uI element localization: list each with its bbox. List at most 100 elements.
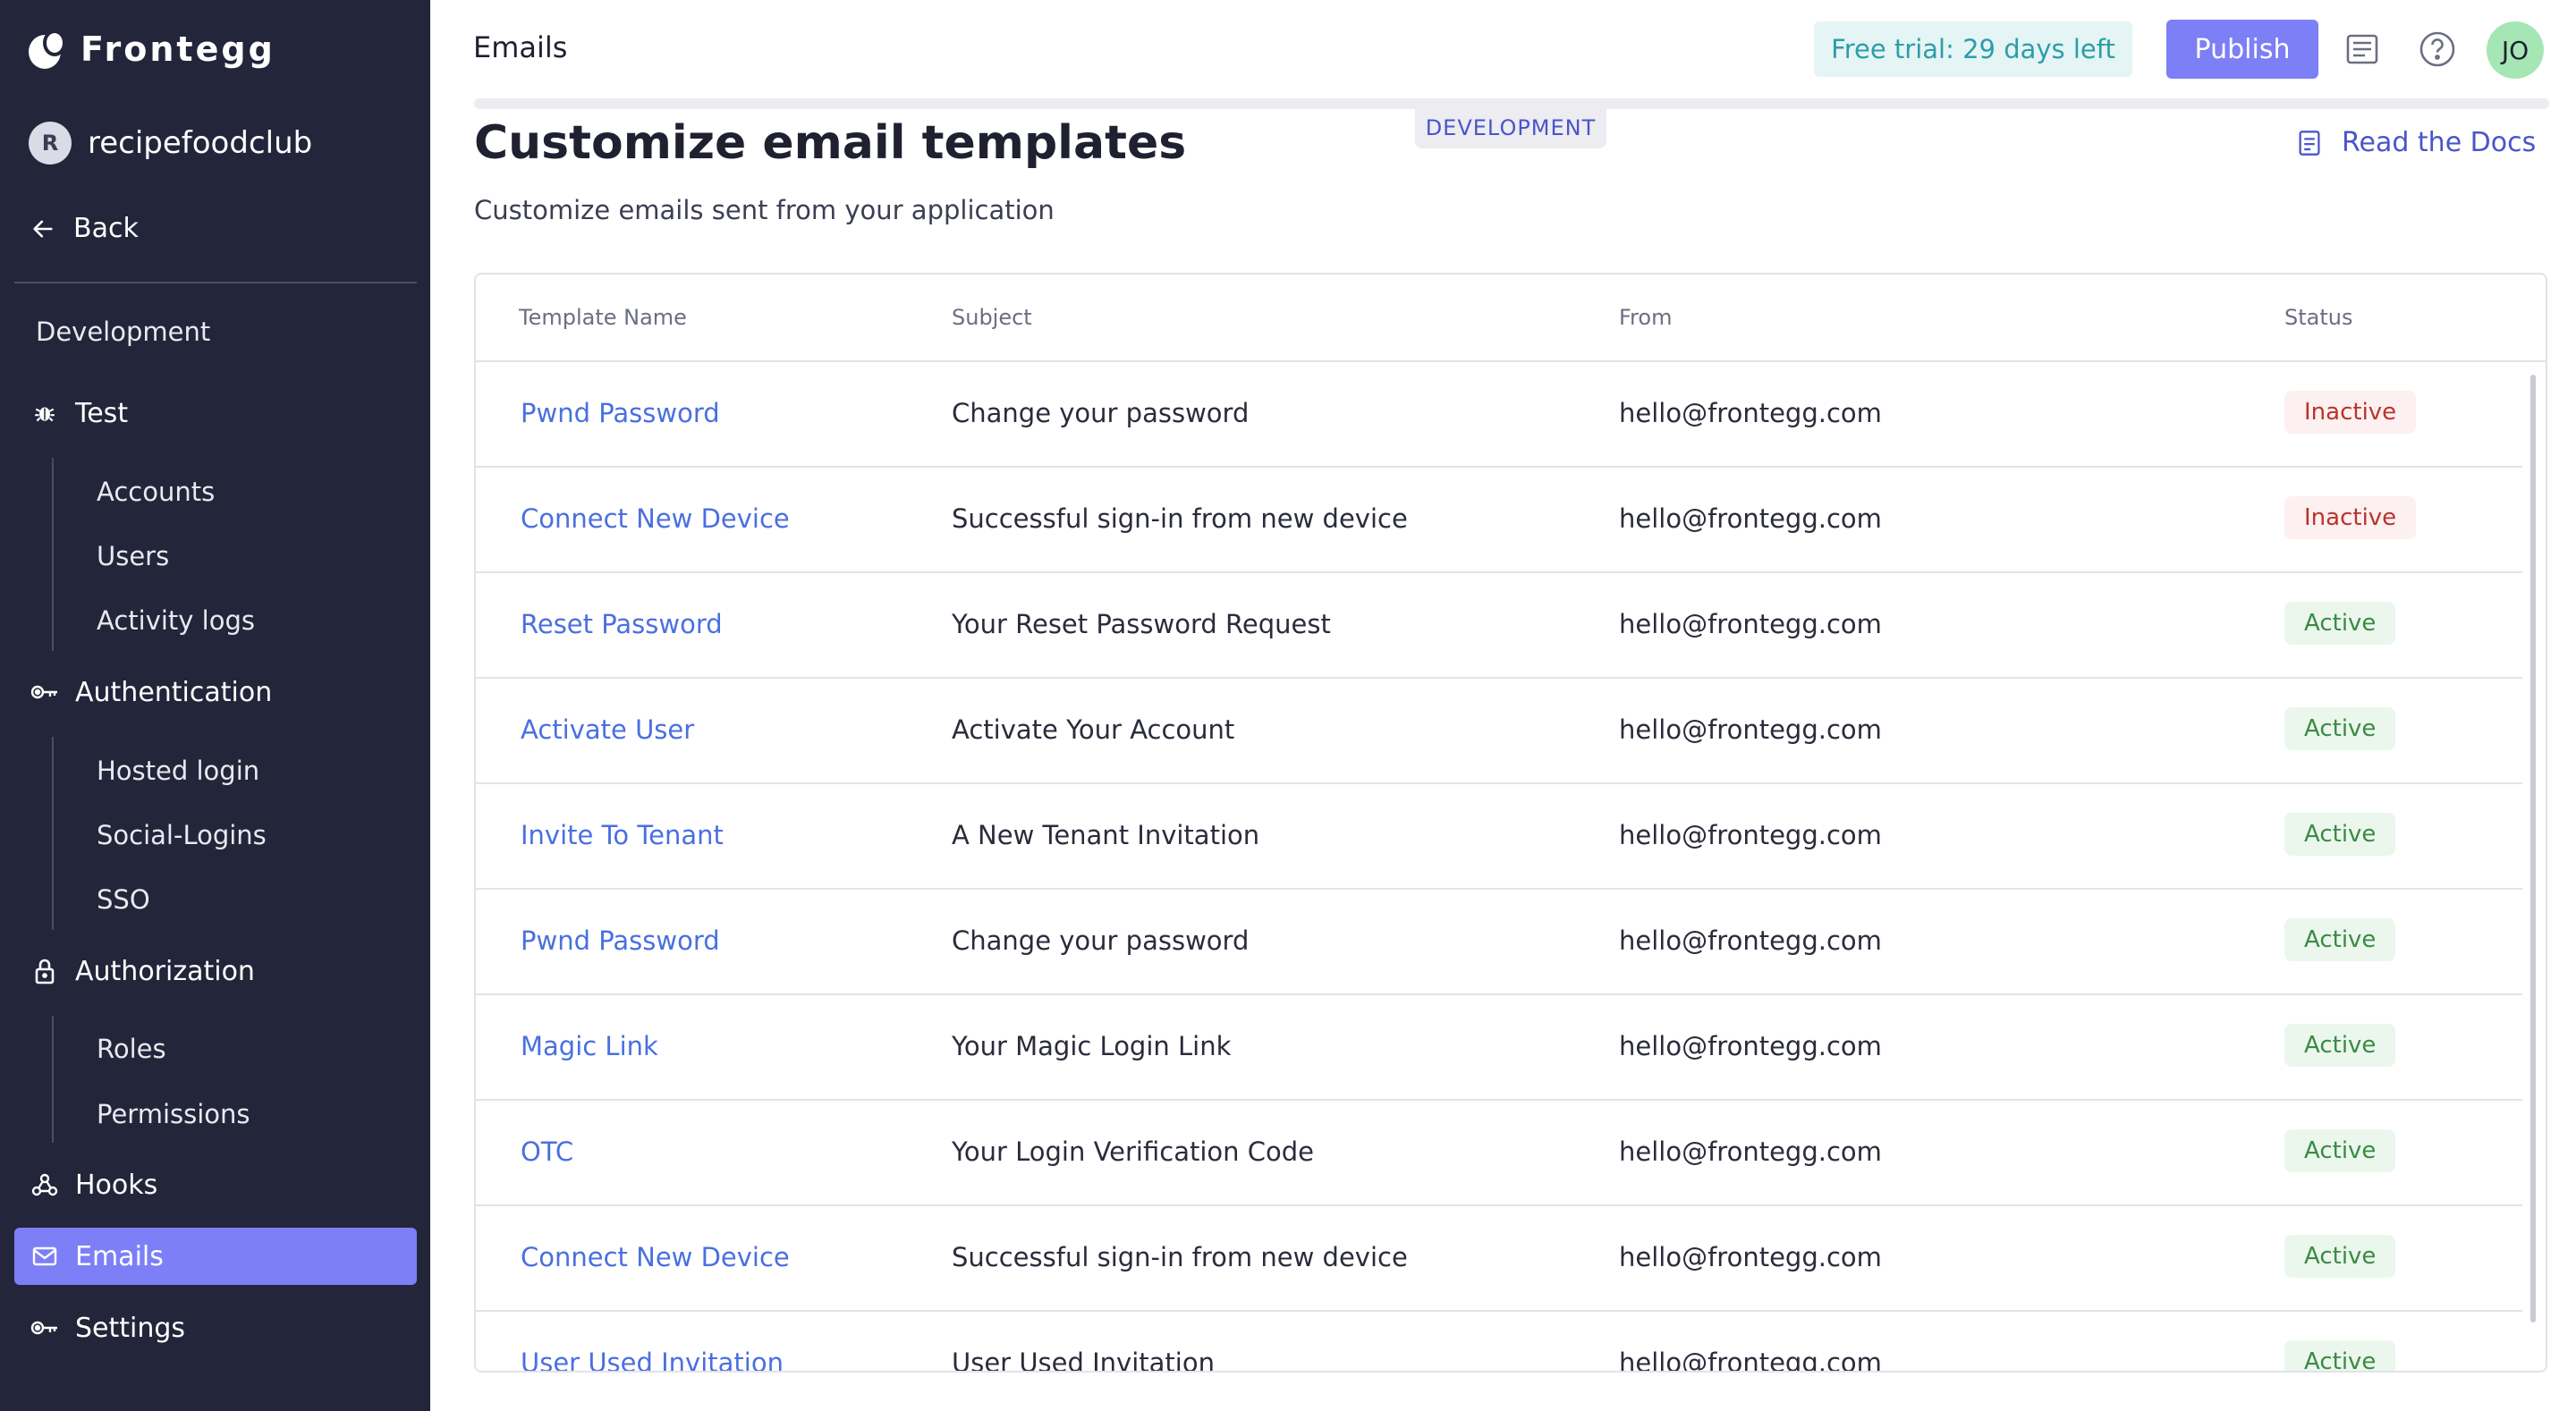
template-from: hello@frontegg.com [1619, 1136, 1882, 1167]
page-breadcrumb: Emails [473, 30, 568, 64]
table-row[interactable]: Connect New Device Successful sign-in fro… [476, 1206, 2522, 1312]
status-badge: Active [2284, 1340, 2396, 1371]
template-subject: User Used Invitation [952, 1348, 1215, 1373]
free-trial-badge[interactable]: Free trial: 29 days left [1814, 21, 2132, 77]
sidebar: Frontegg R recipefoodclub Back Developme… [0, 0, 430, 1411]
status-badge: Active [2284, 1129, 2396, 1172]
table-row[interactable]: OTC Your Login Verification Code hello@fro… [476, 1101, 2522, 1206]
sidebar-item-activity-logs[interactable]: Activity logs [97, 605, 255, 636]
table-scrollbar[interactable] [2522, 362, 2546, 1371]
status-badge: Active [2284, 707, 2396, 750]
read-the-docs-label: Read the Docs [2342, 127, 2537, 158]
sidebar-item-label: Hooks [75, 1169, 158, 1201]
sidebar-divider [14, 282, 417, 283]
sidebar-item-settings[interactable]: Settings [14, 1299, 417, 1356]
table-row[interactable]: User Used Invitation User Used Invitation… [476, 1312, 2522, 1373]
sidebar-item-accounts[interactable]: Accounts [97, 477, 215, 507]
frontegg-logo-icon [29, 30, 66, 69]
document-icon [2299, 130, 2320, 156]
sidebar-item-test[interactable]: Test [14, 384, 417, 442]
sidebar-item-hosted-login[interactable]: Hosted login [97, 756, 259, 786]
publish-button[interactable]: Publish [2166, 20, 2318, 79]
template-name-link[interactable]: Invite To Tenant [521, 820, 724, 850]
column-header-status[interactable]: Status [2284, 305, 2352, 330]
template-subject: Your Reset Password Request [952, 609, 1331, 639]
page-subtitle: Customize emails sent from your applicat… [474, 195, 1055, 225]
logo-text: Frontegg [80, 30, 275, 69]
template-name-link[interactable]: Magic Link [521, 1031, 658, 1061]
sidebar-item-roles[interactable]: Roles [97, 1034, 166, 1064]
sidebar-item-label: Authentication [75, 676, 273, 708]
status-badge: Active [2284, 1235, 2396, 1278]
template-name-link[interactable]: Connect New Device [521, 503, 790, 534]
template-name-link[interactable]: User Used Invitation [521, 1348, 784, 1371]
table-row[interactable]: Connect New Device Successful sign-in fro… [476, 468, 2522, 573]
template-subject: A New Tenant Invitation [952, 820, 1260, 850]
notes-icon[interactable] [2342, 29, 2383, 70]
workspace-avatar: R [29, 122, 72, 165]
table-row[interactable]: Invite To Tenant A New Tenant Invitation h… [476, 784, 2522, 890]
table-row[interactable]: Magic Link Your Magic Login Link hello@fro… [476, 995, 2522, 1101]
help-circle-icon[interactable] [2417, 29, 2458, 70]
table-row[interactable]: Pwnd Password Change your password hello@f… [476, 890, 2522, 995]
section-title-development: Development [36, 317, 211, 347]
status-badge: Active [2284, 918, 2396, 961]
user-avatar[interactable]: JO [2487, 21, 2544, 79]
workspace-name: recipefoodclub [88, 125, 313, 161]
table-row[interactable]: Pwnd Password Change your password hello@f… [476, 362, 2522, 468]
table-header: Template Name Subject From Status [476, 275, 2546, 362]
sidebar-item-social-logins[interactable]: Social-Logins [97, 820, 267, 850]
key-icon [30, 678, 59, 706]
status-badge: Active [2284, 813, 2396, 856]
column-header-subject[interactable]: Subject [952, 305, 1032, 330]
template-from: hello@frontegg.com [1619, 398, 1882, 428]
template-subject: Your Magic Login Link [952, 1031, 1232, 1061]
sidebar-item-label: Emails [75, 1240, 164, 1272]
template-subject: Change your password [952, 925, 1250, 956]
sub-group-line [52, 1016, 54, 1143]
template-name-link[interactable]: Pwnd Password [521, 925, 720, 956]
key-icon [30, 1314, 59, 1342]
read-the-docs-link[interactable]: Read the Docs [2297, 127, 2536, 158]
page-title: Customize email templates [474, 116, 1187, 170]
sidebar-item-sso[interactable]: SSO [97, 884, 150, 915]
table-row[interactable]: Activate User Activate Your Account hello@… [476, 679, 2522, 784]
sidebar-item-users[interactable]: Users [97, 541, 169, 571]
sidebar-item-emails[interactable]: Emails [14, 1228, 417, 1285]
back-label: Back [73, 213, 139, 244]
status-badge: Inactive [2284, 496, 2417, 539]
workspace-selector[interactable]: R recipefoodclub [29, 122, 312, 165]
template-subject: Successful sign-in from new device [952, 1242, 1408, 1272]
sidebar-item-hooks[interactable]: Hooks [14, 1156, 417, 1213]
template-from: hello@frontegg.com [1619, 1242, 1882, 1272]
template-name-link[interactable]: OTC [521, 1136, 573, 1167]
webhook-icon [30, 1170, 59, 1199]
template-from: hello@frontegg.com [1619, 1031, 1882, 1061]
sidebar-item-label: Settings [75, 1312, 186, 1344]
column-header-template-name[interactable]: Template Name [519, 305, 687, 330]
sidebar-item-label: Test [75, 397, 129, 429]
status-badge: Active [2284, 1024, 2396, 1067]
status-badge: Inactive [2284, 391, 2417, 434]
email-templates-table: Template Name Subject From Status Pwnd P… [474, 273, 2547, 1373]
sidebar-item-authentication[interactable]: Authentication [14, 663, 417, 721]
frontegg-logo[interactable]: Frontegg [29, 27, 275, 72]
template-from: hello@frontegg.com [1619, 503, 1882, 534]
template-name-link[interactable]: Connect New Device [521, 1242, 790, 1272]
template-name-link[interactable]: Activate User [521, 714, 694, 745]
template-name-link[interactable]: Reset Password [521, 609, 723, 639]
environment-badge: DEVELOPMENT [1415, 107, 1606, 148]
column-header-from[interactable]: From [1619, 305, 1672, 330]
table-row[interactable]: Reset Password Your Reset Password Reques… [476, 573, 2522, 679]
template-from: hello@frontegg.com [1619, 714, 1882, 745]
template-from: hello@frontegg.com [1619, 925, 1882, 956]
sidebar-item-authorization[interactable]: Authorization [14, 942, 417, 1000]
template-subject: Change your password [952, 398, 1250, 428]
back-button[interactable]: Back [30, 213, 139, 244]
template-name-link[interactable]: Pwnd Password [521, 398, 720, 428]
template-subject: Your Login Verification Code [952, 1136, 1314, 1167]
status-badge: Active [2284, 602, 2396, 645]
scrollbar-thumb[interactable] [2530, 375, 2536, 1322]
template-from: hello@frontegg.com [1619, 1348, 1882, 1373]
sidebar-item-permissions[interactable]: Permissions [97, 1099, 250, 1129]
